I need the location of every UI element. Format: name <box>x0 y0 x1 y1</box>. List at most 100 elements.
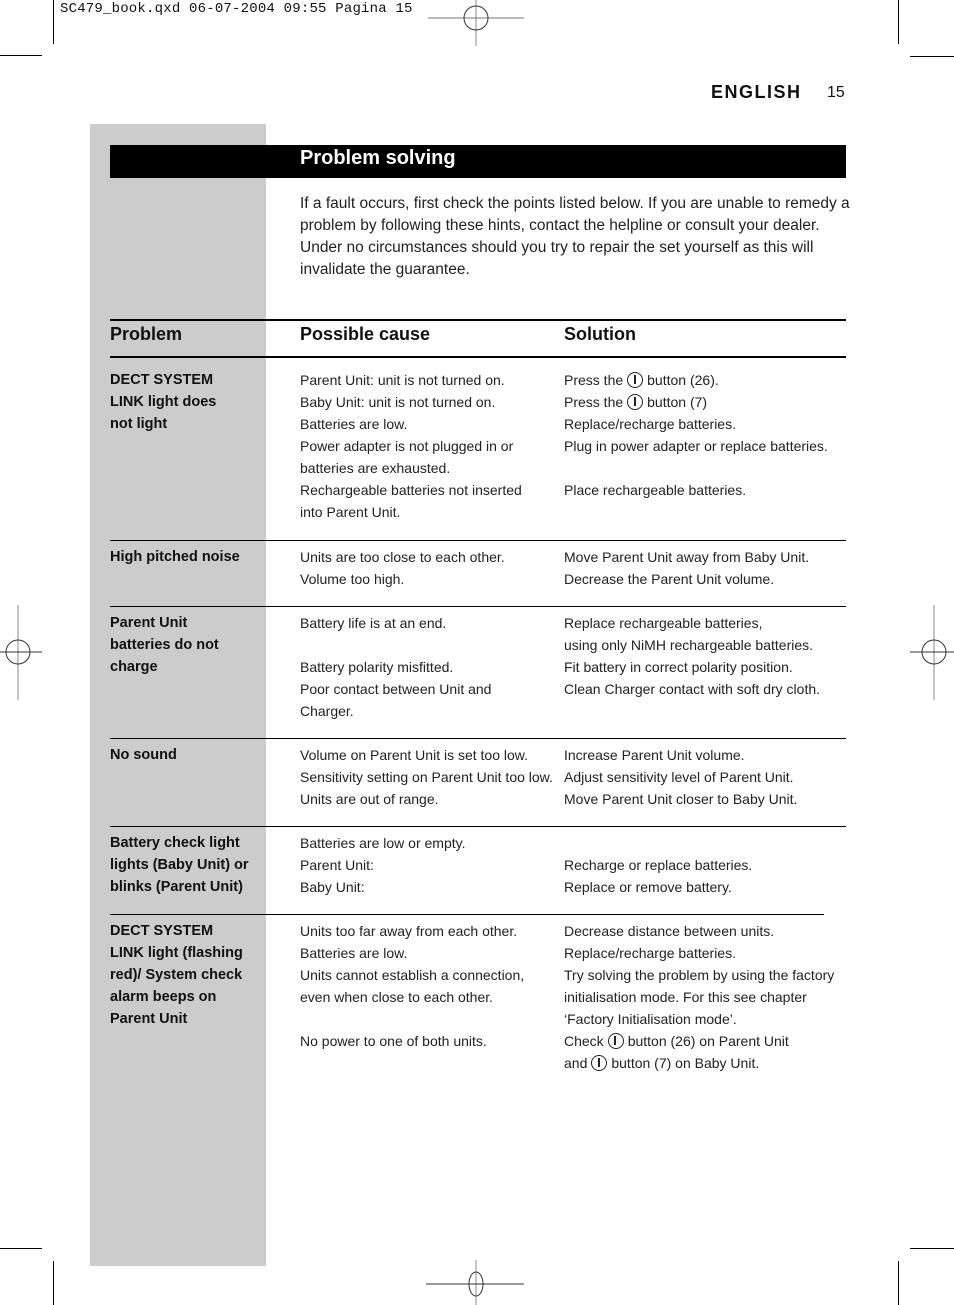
solution-text: Plug in power adapter or replace batteri… <box>564 438 828 454</box>
solution-text <box>564 832 752 854</box>
problem-text: Parent Unit <box>110 615 188 631</box>
problem-text: LINK light (flashing <box>110 945 243 961</box>
power-button-icon <box>627 372 644 388</box>
cause-text: Batteries are low or empty. <box>300 835 466 851</box>
row-divider <box>110 540 846 541</box>
solution-text-prefix: and <box>564 1055 588 1071</box>
solution-text: Replace/recharge batteries. <box>564 945 736 961</box>
sidebar-gray-column <box>90 124 266 1266</box>
solution-cell: Recharge or replace batteries. Replace or… <box>564 832 752 898</box>
cause-cell: Batteries are low or empty. Parent Unit: B… <box>300 832 465 898</box>
registration-mark-icon <box>0 605 42 700</box>
solution-text: Move Parent Unit closer to Baby Unit. <box>564 791 798 807</box>
solution-text: Move Parent Unit away from Baby Unit. <box>564 549 810 565</box>
solution-cell: Move Parent Unit away from Baby Unit. Dec… <box>564 546 809 590</box>
problem-cell: High pitched noise <box>110 546 268 568</box>
cause-text: even when close to each other. <box>300 989 494 1005</box>
problem-text: DECT SYSTEM <box>110 372 214 388</box>
table-top-rule <box>110 319 846 321</box>
problem-text: charge <box>110 659 158 675</box>
solution-text: Increase Parent Unit volume. <box>564 747 745 763</box>
problem-text: High pitched noise <box>110 549 240 565</box>
solution-cell: Press the button (26). Press the button (7)… <box>564 369 828 501</box>
solution-text: Clean Charger contact with soft dry clot… <box>564 681 821 697</box>
solution-text: and button (7) on Baby Unit. <box>564 1052 834 1074</box>
crop-mark <box>53 1261 54 1305</box>
problem-text: alarm beeps on <box>110 989 217 1005</box>
solution-text: Decrease the Parent Unit volume. <box>564 571 775 587</box>
intro-paragraph: Under no circumstances should you try to… <box>300 239 814 278</box>
cause-text: Charger. <box>300 703 354 719</box>
solution-text: Recharge or replace batteries. <box>564 857 753 873</box>
solution-text-suffix: button (7) on Baby Unit. <box>611 1055 760 1071</box>
cause-cell: Units too far away from each other. Batte… <box>300 920 524 1052</box>
problem-text: Battery check light <box>110 835 240 851</box>
problem-cell: DECT SYSTEM LINK light does not light <box>110 369 268 435</box>
cause-text: Units cannot establish a connection, <box>300 967 525 983</box>
problem-text: DECT SYSTEM <box>110 923 214 939</box>
solution-text-suffix: button (7) <box>647 394 708 410</box>
cause-cell: Volume on Parent Unit is set too low. Sen… <box>300 744 553 810</box>
problem-text: not light <box>110 416 168 432</box>
solution-text: Fit battery in correct polarity position… <box>564 659 793 675</box>
problem-cell: DECT SYSTEM LINK light (flashing red)/ Sys… <box>110 920 268 1030</box>
solution-text: Replace/recharge batteries. <box>564 416 736 432</box>
cause-text: Rechargeable batteries not inserted <box>300 482 522 498</box>
cause-text: Parent Unit: <box>300 857 374 873</box>
solution-text: Replace rechargeable batteries, <box>564 615 763 631</box>
solution-cell: Replace rechargeable batteries, using onl… <box>564 612 820 700</box>
registration-mark-icon <box>910 605 954 700</box>
section-title: Problem solving <box>300 147 456 169</box>
cause-cell: Battery life is at an end. Battery polari… <box>300 612 491 722</box>
cause-text: Volume on Parent Unit is set too low. <box>300 747 529 763</box>
cause-cell: Units are too close to each other. Volume… <box>300 546 505 590</box>
cause-text: batteries are exhausted. <box>300 460 451 476</box>
solution-text: Decrease distance between units. <box>564 923 775 939</box>
registration-mark-icon <box>428 0 524 46</box>
solution-text: Adjust sensitivity level of Parent Unit. <box>564 769 794 785</box>
cause-text: Battery polarity misfitted. <box>300 659 454 675</box>
cause-text: Power adapter is not plugged in or <box>300 438 514 454</box>
cause-text: Baby Unit: unit is not turned on. <box>300 394 496 410</box>
cause-text: Units are too close to each other. <box>300 549 505 565</box>
power-button-icon <box>607 1033 624 1049</box>
crop-mark <box>910 1248 954 1249</box>
registration-mark-icon <box>426 1260 524 1305</box>
cause-text: Units too far away from each other. <box>300 923 518 939</box>
solution-cell: Decrease distance between units. Replace/… <box>564 920 834 1074</box>
solution-text-prefix: Press the <box>564 394 624 410</box>
solution-text-suffix: button (26). <box>647 372 719 388</box>
crop-mark <box>0 1248 42 1249</box>
cause-text: into Parent Unit. <box>300 504 401 520</box>
problem-cell: Battery check light lights (Baby Unit) or… <box>110 832 268 898</box>
section-title-bar <box>110 145 846 178</box>
crop-mark <box>898 1261 899 1305</box>
row-divider <box>110 606 846 607</box>
problem-text: LINK light does <box>110 394 217 410</box>
language-label: ENGLISH <box>711 82 802 102</box>
cause-text: Volume too high. <box>300 571 405 587</box>
power-button-icon <box>627 394 644 410</box>
solution-text: Replace or remove battery. <box>564 879 732 895</box>
cause-text: No power to one of both units. <box>300 1033 487 1049</box>
cause-text: Parent Unit: unit is not turned on. <box>300 372 505 388</box>
solution-text: initialisation mode. For this see chapte… <box>564 989 807 1005</box>
solution-text: using only NiMH rechargeable batteries. <box>564 637 814 653</box>
cause-cell: Parent Unit: unit is not turned on. Baby … <box>300 369 522 523</box>
table-header-rule <box>110 356 846 358</box>
problem-text: No sound <box>110 747 177 763</box>
cause-text: Baby Unit: <box>300 879 365 895</box>
solution-text: ‘Factory Initialisation mode’. <box>564 1011 737 1027</box>
solution-text: Place rechargeable batteries. <box>564 482 747 498</box>
solution-text: Try solving the problem by using the fac… <box>564 967 835 983</box>
problem-text: lights (Baby Unit) or <box>110 857 249 873</box>
cause-text: Batteries are low. <box>300 945 408 961</box>
problem-text: red)/ System check <box>110 967 243 983</box>
column-header-cause: Possible cause <box>300 324 431 344</box>
cause-text <box>300 1008 524 1030</box>
cause-text: Batteries are low. <box>300 416 408 432</box>
page-number: 15 <box>827 84 845 101</box>
problem-cell: No sound <box>110 744 268 766</box>
file-slug: SC479_book.qxd 06-07-2004 09:55 Pagina 1… <box>60 1 413 17</box>
crop-mark <box>0 55 42 56</box>
